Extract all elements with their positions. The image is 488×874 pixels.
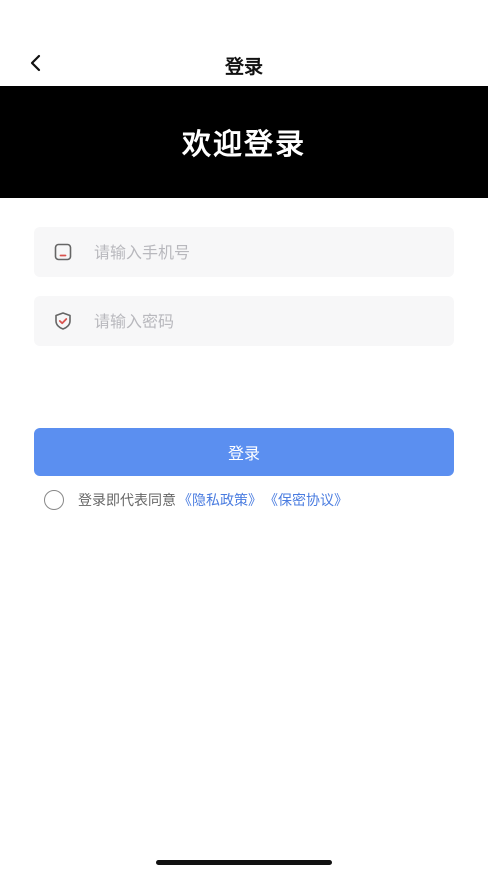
welcome-banner: 欢迎登录 — [0, 86, 488, 198]
password-field[interactable] — [34, 296, 454, 346]
shield-icon — [52, 310, 74, 332]
banner-title: 欢迎登录 — [181, 127, 306, 161]
page-title: 登录 — [224, 56, 263, 78]
agreement-row: 登录即代表同意 《隐私政策》 《保密协议》 — [44, 488, 348, 512]
agree-checkbox[interactable] — [44, 490, 64, 510]
phone-input[interactable] — [92, 241, 436, 263]
agreement-text: 登录即代表同意 — [78, 493, 176, 509]
phone-icon — [52, 241, 74, 263]
phone-field[interactable] — [34, 227, 454, 277]
nav-bar: 登录 — [0, 40, 488, 90]
home-indicator — [156, 860, 332, 865]
password-input[interactable] — [92, 310, 436, 332]
privacy-policy-link[interactable]: 《隐私政策》 — [178, 490, 262, 510]
confidentiality-agreement-link[interactable]: 《保密协议》 — [264, 490, 348, 510]
login-button[interactable]: 登录 — [34, 428, 454, 476]
